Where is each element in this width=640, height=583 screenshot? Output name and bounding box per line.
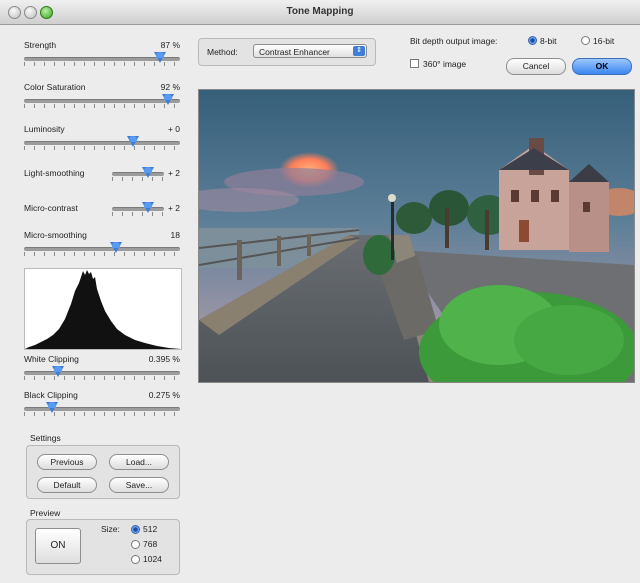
preview-image: [198, 89, 635, 383]
size-512-radio[interactable]: [131, 525, 140, 534]
slider-label: Micro-contrast: [24, 203, 78, 213]
slider-track[interactable]: [24, 371, 180, 375]
chevron-updown-icon: ⇕: [353, 46, 365, 56]
slider-track[interactable]: [112, 207, 164, 211]
slider-ticks: [112, 177, 164, 181]
settings-group: Previous Load... Default Save...: [26, 445, 180, 499]
bit-depth-8-radio[interactable]: [528, 36, 537, 45]
slider-track[interactable]: [24, 247, 180, 251]
window-title: Tone Mapping: [286, 6, 354, 17]
size-768-label: 768: [143, 539, 158, 549]
bit-depth-16-label: 16-bit: [593, 36, 615, 46]
slider-knob[interactable]: [52, 366, 65, 377]
slider-ticks: [24, 146, 180, 150]
slider-knob[interactable]: [153, 52, 166, 63]
tone-mapping-window: Tone Mapping Strength 87 % Color Saturatio…: [0, 0, 640, 583]
panorama-label: 360° image: [423, 59, 467, 69]
slider-value: 0.275 %: [148, 390, 180, 400]
size-1024-label: 1024: [143, 554, 162, 564]
cancel-button[interactable]: Cancel: [506, 58, 566, 75]
preview-toggle-button[interactable]: ON: [35, 528, 81, 564]
default-button[interactable]: Default: [37, 477, 97, 493]
slider-value: 0.395 %: [148, 354, 180, 364]
size-1024-radio[interactable]: [131, 555, 140, 564]
slider-ticks: [24, 376, 180, 380]
method-group: Method: Contrast Enhancer ⇕: [198, 38, 376, 66]
size-512-label: 512: [143, 524, 158, 534]
slider-label: Light-smoothing: [24, 168, 85, 178]
preview-group-label: Preview: [30, 508, 61, 518]
slider-knob[interactable]: [127, 136, 140, 147]
method-select[interactable]: Contrast Enhancer ⇕: [253, 44, 367, 58]
previous-button[interactable]: Previous: [37, 454, 97, 470]
slider-knob[interactable]: [110, 242, 123, 253]
slider-track[interactable]: [24, 141, 180, 145]
ok-button[interactable]: OK: [572, 58, 632, 75]
preview-group: ON Size: 512 768 1024: [26, 519, 180, 575]
histogram-graph: [25, 270, 181, 349]
load-button[interactable]: Load...: [109, 454, 169, 470]
slider-label: White Clipping: [24, 354, 79, 364]
slider-label: Luminosity: [24, 124, 65, 134]
size-label: Size:: [101, 524, 120, 534]
slider-label: Black Clipping: [24, 390, 78, 400]
slider-value: 18: [170, 230, 180, 240]
bit-depth-8-label: 8-bit: [540, 36, 557, 46]
panorama-checkbox[interactable]: [410, 59, 419, 68]
slider-ticks: [24, 104, 180, 108]
slider-label: Micro-smoothing: [24, 230, 87, 240]
slider-knob[interactable]: [46, 402, 59, 413]
slider-label: Color Saturation: [24, 82, 86, 92]
slider-value: 87 %: [160, 40, 180, 50]
title-bar: Tone Mapping: [0, 0, 640, 25]
slider-track[interactable]: [112, 172, 164, 176]
slider-knob[interactable]: [142, 167, 155, 178]
bit-depth-label: Bit depth output image:: [410, 36, 498, 46]
method-select-value: Contrast Enhancer: [259, 47, 330, 57]
save-button[interactable]: Save...: [109, 477, 169, 493]
histogram: [24, 268, 182, 350]
slider-ticks: [24, 252, 180, 256]
bit-depth-16-radio[interactable]: [581, 36, 590, 45]
slider-knob[interactable]: [142, 202, 155, 213]
slider-track[interactable]: [24, 99, 180, 103]
slider-label: Strength: [24, 40, 57, 50]
slider-ticks: [112, 212, 164, 216]
slider-value: 92 %: [160, 82, 180, 92]
size-768-radio[interactable]: [131, 540, 140, 549]
settings-group-label: Settings: [30, 433, 61, 443]
method-label: Method:: [207, 47, 238, 57]
slider-knob[interactable]: [161, 94, 174, 105]
tone-mapped-photo: [199, 90, 634, 382]
slider-value: + 0: [167, 124, 180, 134]
